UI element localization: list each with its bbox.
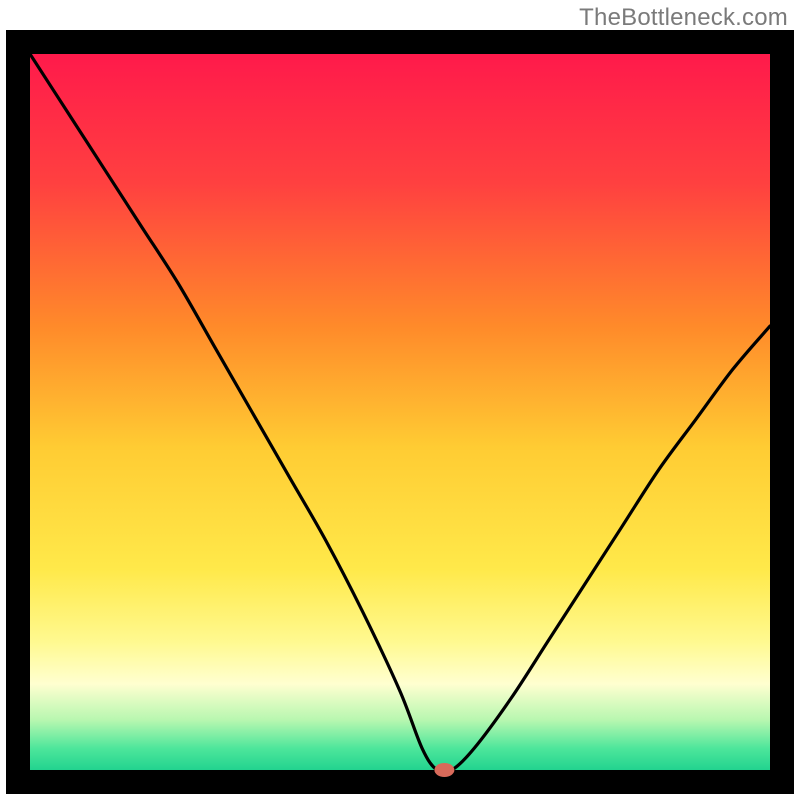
watermark-text: TheBottleneck.com (579, 4, 788, 32)
chart-root: TheBottleneck.com (0, 0, 800, 800)
optimum-marker (434, 763, 454, 777)
bottleneck-chart (0, 0, 800, 800)
plot-background (30, 54, 770, 770)
